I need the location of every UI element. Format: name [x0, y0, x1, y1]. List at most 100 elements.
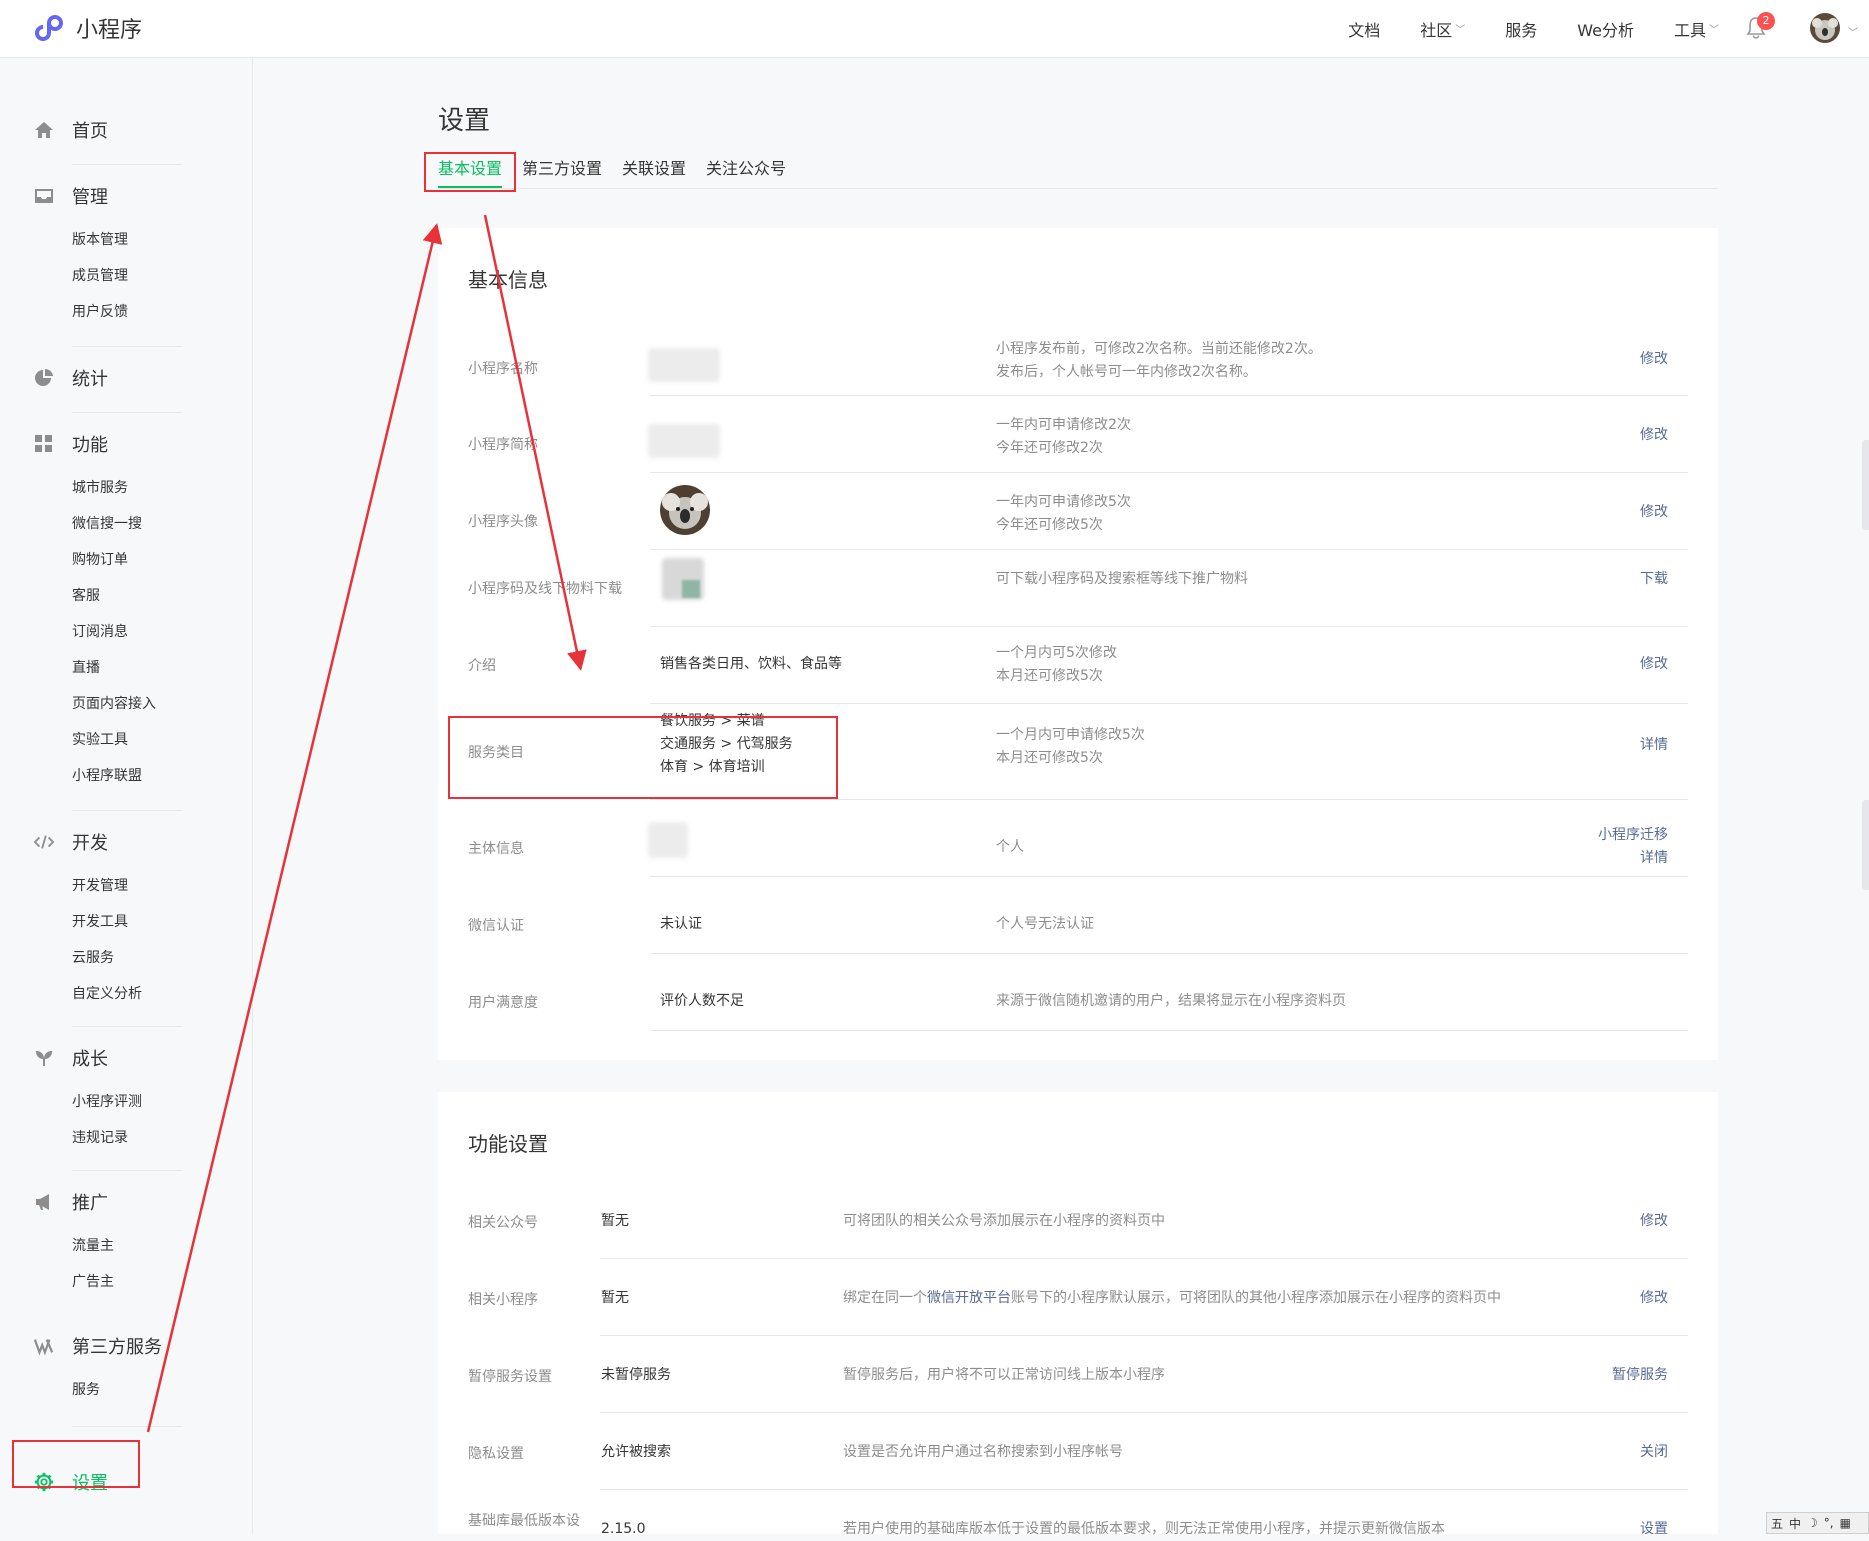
top-bar: 小程序 文档 社区 ﹀ 服务 We分析 工具 ﹀ 2 ﹀: [0, 0, 1869, 58]
sidebar-item-dev[interactable]: 开发: [72, 829, 108, 855]
feature-row-min-lib-version: 基础库最低版本设 2.15.0 若用户使用的基础库版本低于设置的最低版本要求，则…: [468, 1510, 1688, 1540]
sidebar-item-page-content[interactable]: 页面内容接入: [34, 686, 182, 722]
sprout-icon: [34, 1048, 54, 1068]
sidebar-item-mini-program-alliance[interactable]: 小程序联盟: [34, 758, 182, 794]
open-platform-link[interactable]: 微信开放平台: [927, 1290, 1011, 1306]
feature-settings-card: 功能设置 相关公众号 暂无 可将团队的相关公众号添加展示在小程序的资料页中 修改…: [438, 1092, 1718, 1537]
section-title-feature-settings: 功能设置: [468, 1132, 548, 1156]
sidebar: 首页 管理 版本管理 成员管理 用户反馈 统计 功能 城市服务 微信搜一搜 购物…: [0, 58, 253, 1534]
avatar[interactable]: [1810, 13, 1840, 43]
pause-service-link[interactable]: 暂停服务: [1612, 1364, 1668, 1387]
sidebar-item-experiment-tools[interactable]: 实验工具: [34, 722, 182, 758]
section-title-basic-info: 基本信息: [468, 268, 548, 292]
modify-intro-link[interactable]: 修改: [1640, 653, 1668, 676]
annotation-box-settings: [12, 1440, 140, 1488]
chevron-down-icon[interactable]: ﹀: [1848, 24, 1858, 39]
sidebar-item-home[interactable]: 首页: [72, 117, 108, 143]
punctuation-icon: °,: [1823, 1516, 1834, 1530]
migrate-mini-program-link[interactable]: 小程序迁移: [1598, 824, 1668, 847]
basic-info-card: 基本信息 小程序名称 小程序发布前，可修改2次名称。当前还能修改2次。 发布后，个…: [438, 228, 1718, 1060]
top-nav: 文档 社区 ﹀ 服务 We分析 工具 ﹀: [1308, 0, 1719, 57]
modify-related-mini-programs-link[interactable]: 修改: [1640, 1287, 1668, 1310]
sidebar-item-version-management[interactable]: 版本管理: [34, 222, 182, 258]
sidebar-item-customer-service[interactable]: 客服: [34, 578, 182, 614]
sidebar-item-wechat-search[interactable]: 微信搜一搜: [34, 506, 182, 542]
sidebar-item-third-party-service[interactable]: 服务: [34, 1372, 182, 1408]
sidebar-item-shopping-orders[interactable]: 购物订单: [34, 542, 182, 578]
set-min-version-link[interactable]: 设置: [1640, 1518, 1668, 1541]
close-search-link[interactable]: 关闭: [1640, 1441, 1668, 1464]
topnav-tools[interactable]: 工具 ﹀: [1674, 17, 1719, 41]
edge-scroll-handle[interactable]: [1862, 440, 1869, 530]
tab-third-party-settings[interactable]: 第三方设置: [522, 158, 602, 188]
sidebar-item-city-services[interactable]: 城市服务: [34, 470, 182, 506]
info-row-satisfaction: 用户满意度 评价人数不足 来源于微信随机邀请的用户，结果将显示在小程序资料页: [468, 972, 1688, 1049]
sidebar-item-growth[interactable]: 成长: [72, 1045, 108, 1071]
sidebar-group-home[interactable]: 首页: [34, 110, 182, 150]
intro-value: 销售各类日用、饮料、食品等: [660, 656, 842, 672]
modify-official-account-link[interactable]: 修改: [1640, 1210, 1668, 1233]
tab-association-settings[interactable]: 关联设置: [622, 158, 686, 188]
koala-avatar-icon: [660, 485, 710, 535]
annotation-box-basic-tab: [424, 152, 516, 192]
sidebar-item-manage[interactable]: 管理: [72, 183, 108, 209]
chevron-down-icon: ﹀: [1709, 25, 1719, 36]
sidebar-item-custom-analytics[interactable]: 自定义分析: [34, 976, 182, 1012]
megaphone-icon: [34, 1192, 54, 1212]
mini-program-logo-icon: [35, 15, 63, 41]
modify-avatar-link[interactable]: 修改: [1640, 501, 1668, 524]
ime-toolbar[interactable]: 五 中 ☽ °, ▦: [1766, 1512, 1869, 1534]
grid-icon: [34, 434, 54, 454]
sidebar-item-dev-tools[interactable]: 开发工具: [34, 904, 182, 940]
download-materials-link[interactable]: 下载: [1640, 568, 1668, 591]
sidebar-item-promo[interactable]: 推广: [72, 1189, 108, 1215]
mini-program-avatar: [660, 485, 710, 535]
topnav-docs[interactable]: 文档: [1348, 17, 1380, 41]
sidebar-item-evaluation[interactable]: 小程序评测: [34, 1084, 182, 1120]
pie-chart-icon: [34, 368, 54, 388]
sidebar-group-stats[interactable]: 统计: [34, 358, 182, 398]
brand-name: 小程序: [76, 18, 143, 43]
tab-follow-official-account[interactable]: 关注公众号: [706, 158, 786, 188]
sidebar-item-publisher[interactable]: 流量主: [34, 1228, 182, 1264]
feature-row-official-account: 相关公众号 暂无 可将团队的相关公众号添加展示在小程序的资料页中 修改: [468, 1212, 1688, 1252]
feature-row-privacy: 隐私设置 允许被搜索 设置是否允许用户通过名称搜索到小程序帐号 关闭: [468, 1443, 1688, 1483]
brand[interactable]: 小程序: [34, 12, 142, 44]
info-row-intro: 介绍 销售各类日用、饮料、食品等 一个月内可5次修改 本月还可修改5次 修改: [468, 645, 1668, 684]
satisfaction-value: 评价人数不足: [660, 993, 744, 1009]
subject-detail-link[interactable]: 详情: [1598, 847, 1668, 870]
inbox-icon: [34, 186, 54, 206]
sidebar-item-features[interactable]: 功能: [72, 431, 108, 457]
home-icon: [34, 120, 54, 140]
sidebar-item-live[interactable]: 直播: [34, 650, 182, 686]
sidebar-group-features: 功能 城市服务 微信搜一搜 购物订单 客服 订阅消息 直播 页面内容接入 实验工…: [34, 424, 182, 794]
sidebar-item-cloud-service[interactable]: 云服务: [34, 940, 182, 976]
edge-scroll-handle[interactable]: [1862, 800, 1869, 890]
topnav-we-analytics[interactable]: We分析: [1577, 17, 1634, 41]
service-category-detail-link[interactable]: 详情: [1640, 734, 1668, 757]
code-icon: [34, 832, 54, 852]
sidebar-item-dev-management[interactable]: 开发管理: [34, 868, 182, 904]
topnav-community[interactable]: 社区 ﹀: [1420, 17, 1465, 41]
page-title: 设置: [438, 106, 491, 136]
info-row-short-name: 小程序简称 一年内可申请修改2次 今年还可修改2次 修改: [468, 417, 1668, 458]
sidebar-item-subscription-messages[interactable]: 订阅消息: [34, 614, 182, 650]
sidebar-item-violation-records[interactable]: 违规记录: [34, 1120, 182, 1156]
chevron-down-icon: ﹀: [1455, 25, 1466, 36]
modify-short-name-link[interactable]: 修改: [1640, 424, 1668, 447]
sidebar-item-advertiser[interactable]: 广告主: [34, 1264, 182, 1300]
info-row-name: 小程序名称 小程序发布前，可修改2次名称。当前还能修改2次。 发布后，个人帐号可一…: [468, 341, 1668, 382]
sidebar-group-dev: 开发 开发管理 开发工具 云服务 自定义分析: [34, 822, 182, 1012]
info-row-qrcode: 小程序码及线下物料下载 可下载小程序码及搜索框等线下推广物料 下载: [468, 558, 1688, 645]
info-row-verification: 微信认证 未认证 个人号无法认证: [468, 895, 1688, 972]
sidebar-item-stats[interactable]: 统计: [72, 365, 108, 391]
blurred-name: [648, 348, 720, 382]
sidebar-item-thirdparty[interactable]: 第三方服务: [72, 1333, 162, 1359]
koala-avatar-icon: [1810, 13, 1840, 43]
sidebar-item-member-management[interactable]: 成员管理: [34, 258, 182, 294]
verification-value: 未认证: [660, 916, 702, 932]
info-row-avatar: 小程序头像 一年内可申请修改5次 今年还可修改5次 修改: [468, 485, 1688, 568]
sidebar-item-user-feedback[interactable]: 用户反馈: [34, 294, 182, 330]
topnav-services[interactable]: 服务: [1505, 17, 1537, 41]
modify-name-link[interactable]: 修改: [1640, 348, 1668, 371]
